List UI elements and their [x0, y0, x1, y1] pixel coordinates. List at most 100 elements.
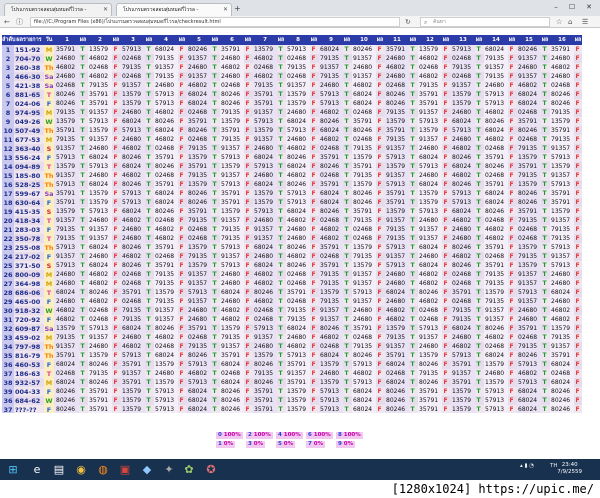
bookmark-star-icon[interactable]: ☆	[556, 17, 562, 27]
folder-icon[interactable]: ▤	[50, 462, 68, 477]
browser-tab-1[interactable]: โปรแกรมตรวจสอบสุ่มหมดกี่ไวรล - ✕	[4, 3, 112, 16]
header-cell: 3	[131, 37, 135, 43]
browser-tab-bar: โปรแกรมตรวจสอบสุ่มหมดกี่ไวรล - ✕ โปรแกรม…	[0, 0, 600, 16]
header-cell: วัน	[45, 37, 53, 43]
home-icon[interactable]: ⌂	[568, 17, 572, 27]
search-placeholder: ค้นหา	[433, 19, 446, 25]
result-false-mark: F	[509, 406, 514, 413]
address-toolbar: ← ⓘ file:///C:/Program Files (x86)/โปรแก…	[0, 16, 600, 28]
header-cell: 14	[492, 37, 500, 43]
header-cell: ผล	[343, 37, 351, 43]
table-row: 37 ???-?? F 80246 T 35791 F 13579 T 57913 F 68024 T 8…	[2, 405, 582, 413]
percent-item: 7 0%	[306, 441, 326, 448]
tab-title: โปรแกรมตรวจสอบสุ่มหมดกี่ไวรล -	[11, 7, 87, 13]
cell-number: 35791	[88, 405, 112, 413]
result-true-mark: T	[212, 406, 217, 413]
cell-number: 35791	[418, 405, 442, 413]
browser-tab-2[interactable]: โปรแกรมตรวจสอบสุ่มหมดกี่ไวรล - ✕	[116, 3, 232, 16]
header-cell: ผล	[376, 37, 384, 43]
header-cell: ผล	[541, 37, 549, 43]
windows-taskbar: ⊞ e ▤ ◉ ◍ ▣ ◆ ✦ ✿ ✪ ▴ ▮ ◔ TH 23:40 7/9/2…	[0, 459, 600, 480]
reload-icon[interactable]: ↻	[405, 17, 411, 27]
table-header-row: ลำดับ ผลรายการ วัน 1 ผล 2 ผล 3 ผล 4 ผล 5 ผล 6 ผล 7 ผล 8 ผล…	[2, 35, 582, 45]
percent-value: 100%	[283, 432, 301, 438]
screenshot: โปรแกรมตรวจสอบสุ่มหมดกี่ไวรล - ✕ โปรแกรม…	[0, 0, 600, 498]
percent-item: 5 0%	[276, 441, 296, 448]
percent-value: 100%	[223, 432, 241, 438]
header-cell: ผล	[508, 37, 516, 43]
header-cell: ผล	[145, 37, 153, 43]
result-true-mark: T	[146, 406, 151, 413]
percent-value: 0%	[313, 441, 324, 447]
close-tab-icon[interactable]: ✕	[103, 4, 108, 16]
cell-number: 80246	[385, 405, 409, 413]
cell-number: 80246	[55, 405, 79, 413]
menu-icon[interactable]: ☰	[582, 17, 588, 27]
percent-value: 0%	[223, 441, 234, 447]
chrome-icon[interactable]: ◉	[72, 462, 90, 477]
result-true-mark: T	[80, 406, 85, 413]
header-cell: ผล	[475, 37, 483, 43]
percent-item: 0 100%	[216, 432, 243, 439]
search-icon: ⌕	[424, 19, 428, 26]
result-false-mark: F	[113, 406, 118, 413]
header-cell: ผล	[211, 37, 219, 43]
tray-icons[interactable]: ▴ ▮ ◔	[520, 463, 534, 470]
close-window-icon[interactable]: ✕	[580, 0, 598, 14]
cell-number: 13579	[451, 405, 475, 413]
url-field[interactable]: file:///C:/Program Files (x86)/โปรแกรมตร…	[30, 17, 400, 27]
back-icon[interactable]: ←	[4, 17, 10, 27]
app-icon-3[interactable]: ✦	[160, 462, 178, 477]
new-tab-button[interactable]: +	[234, 4, 241, 14]
app-icon-4[interactable]: ✿	[180, 462, 198, 477]
percent-summary: 0 100% 2 100% 4 100% 6 100% 8 100% 1 0% 3 0% 5 …	[216, 432, 366, 454]
firefox-icon[interactable]: ◍	[94, 462, 112, 477]
percent-value: 0%	[283, 441, 294, 447]
percent-value: 0%	[343, 441, 354, 447]
cell-number: 80246	[550, 405, 574, 413]
header-cell: ผล	[574, 37, 582, 43]
header-cell: ผล	[442, 37, 450, 43]
header-cell: 15	[525, 37, 533, 43]
header-cell: 7	[263, 37, 267, 43]
maximize-icon[interactable]: ☐	[564, 0, 580, 14]
app-icon[interactable]: ▣	[116, 462, 134, 477]
minimize-icon[interactable]: –	[548, 0, 564, 14]
percent-item: 8 100%	[336, 432, 363, 439]
row-code: ???-??	[15, 406, 37, 413]
row-day: F	[44, 405, 54, 413]
clock-date: 7/9/2559	[557, 469, 582, 475]
header-cell: 9	[329, 37, 333, 43]
result-false-mark: F	[179, 406, 184, 413]
result-true-mark: T	[542, 406, 547, 413]
results-table: ลำดับ ผลรายการ วัน 1 ผล 2 ผล 3 ผล 4 ผล 5 ผล 6 ผล 7 ผล 8 ผล…	[2, 35, 582, 413]
clock[interactable]: 23:40 7/9/2559	[557, 462, 582, 476]
header-cell: ผลรายการ	[16, 37, 42, 43]
result-false-mark: F	[377, 406, 382, 413]
search-input[interactable]: ⌕ ค้นหา	[420, 17, 550, 27]
close-tab-icon[interactable]: ✕	[223, 4, 228, 16]
result-true-mark: T	[410, 406, 415, 413]
app-icon-2[interactable]: ◆	[138, 462, 156, 477]
result-false-mark: F	[311, 406, 316, 413]
app-icon-5[interactable]: ✪	[202, 462, 220, 477]
ie-icon[interactable]: e	[28, 462, 46, 477]
cell-number: 57913	[154, 405, 178, 413]
start-icon[interactable]: ⊞	[4, 462, 22, 477]
header-cell: ผล	[409, 37, 417, 43]
cell-number: 68024	[352, 405, 376, 413]
percent-item: 1 0%	[216, 441, 236, 448]
header-cell: 6	[230, 37, 234, 43]
header-cell: 10	[360, 37, 368, 43]
result-true-mark: T	[344, 406, 349, 413]
row-index: 37	[2, 405, 14, 413]
header-cell: 16	[558, 37, 566, 43]
info-icon[interactable]: ⓘ	[16, 17, 23, 27]
result-true-mark: T	[476, 406, 481, 413]
header-cell: ผล	[277, 37, 285, 43]
header-cell: 12	[426, 37, 434, 43]
percent-item: 6 100%	[306, 432, 333, 439]
percent-item: 4 100%	[276, 432, 303, 439]
result-true-mark: T	[278, 406, 283, 413]
cell-number: 13579	[286, 405, 310, 413]
